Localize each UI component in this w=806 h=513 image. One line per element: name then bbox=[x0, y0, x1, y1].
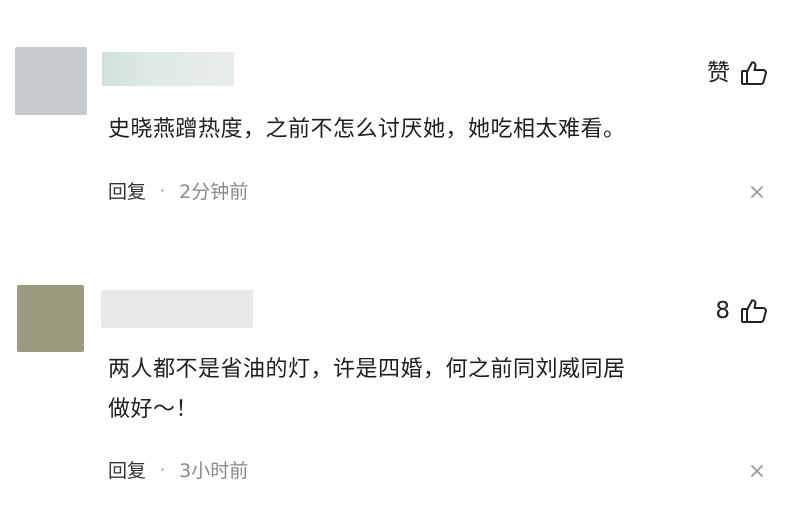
comment-timestamp: 2分钟前 bbox=[179, 181, 249, 203]
thumbs-up-icon bbox=[741, 299, 767, 323]
thumbs-up-icon bbox=[741, 61, 767, 85]
like-button[interactable]: 8 bbox=[715, 296, 768, 326]
comment-text: 两人都不是省油的灯，许是四婚，何之前同刘威同居 做好～！ bbox=[108, 357, 626, 422]
avatar[interactable] bbox=[15, 47, 87, 115]
close-icon[interactable] bbox=[750, 185, 764, 199]
comment-item: 8 两人都不是省油的灯，许是四婚，何之前同刘威同居 做好～！ 回复 · 3小时前 bbox=[0, 258, 806, 513]
like-label: 赞 bbox=[707, 60, 730, 86]
username-redacted[interactable] bbox=[101, 290, 253, 328]
reply-button[interactable]: 回复 bbox=[108, 177, 146, 204]
like-count: 8 bbox=[715, 298, 730, 324]
reply-button[interactable]: 回复 bbox=[108, 456, 146, 483]
comment-item: 赞 史晓燕蹭热度，之前不怎么讨厌她，她吃相太难看。 回复 · 2分钟前 bbox=[0, 0, 806, 250]
close-icon[interactable] bbox=[750, 464, 764, 478]
avatar[interactable] bbox=[17, 285, 84, 352]
comment-timestamp: 3小时前 bbox=[179, 460, 249, 482]
username-redacted[interactable] bbox=[102, 52, 234, 86]
like-button[interactable]: 赞 bbox=[707, 58, 768, 88]
meta-separator: · bbox=[160, 181, 166, 200]
comment-meta: 回复 · 3小时前 bbox=[108, 456, 248, 483]
comment-meta: 回复 · 2分钟前 bbox=[108, 177, 248, 204]
comment-text: 史晓燕蹭热度，之前不怎么讨厌她，她吃相太难看。 bbox=[108, 117, 626, 142]
meta-separator: · bbox=[160, 460, 166, 479]
